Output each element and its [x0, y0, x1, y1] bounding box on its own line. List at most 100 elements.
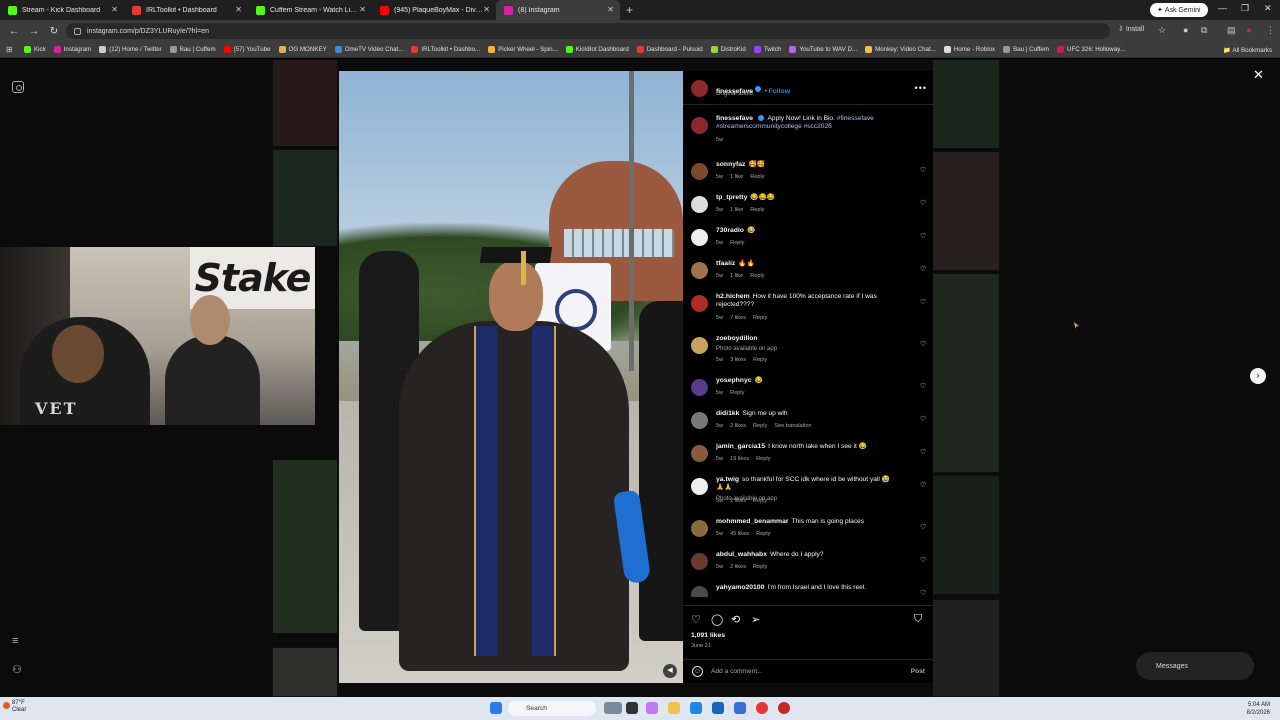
commenter-avatar[interactable]	[691, 196, 708, 213]
bookmark-item[interactable]: Picker Wheel - Spin...	[488, 46, 558, 53]
comment-likes[interactable]: 2 likes	[730, 564, 746, 570]
chrome-icon[interactable]	[756, 702, 768, 714]
bookmark-item[interactable]: (57) YouTube	[223, 46, 271, 53]
back-icon[interactable]: ←	[8, 26, 20, 37]
comment-like-heart-icon[interactable]: ♡	[920, 299, 927, 306]
bookmark-item[interactable]: UFC 326: Holloway...	[1057, 46, 1125, 53]
bookmark-star-icon[interactable]: ☆	[1158, 25, 1166, 36]
all-bookmarks-button[interactable]: 📁 All Bookmarks	[1223, 46, 1272, 54]
bookmark-item[interactable]: OmeTV Video Chat...	[334, 46, 403, 53]
commenter-username[interactable]: h2.hichem	[716, 293, 750, 300]
reply-button[interactable]: Reply	[750, 207, 764, 213]
commenter-avatar[interactable]	[691, 478, 708, 495]
comment-likes[interactable]: 2 likes	[730, 498, 746, 504]
comment-like-heart-icon[interactable]: ♡	[920, 590, 927, 597]
reply-button[interactable]: Reply	[756, 456, 770, 462]
close-window-icon[interactable]: ✕	[1264, 3, 1272, 14]
author-avatar[interactable]	[691, 80, 708, 97]
tab-kick-dashboard[interactable]: Stream - Kick Dashboard ✕	[0, 0, 124, 20]
reply-button[interactable]: Reply	[753, 498, 767, 504]
bookmark-item[interactable]: Bau | Cuffem	[1003, 46, 1049, 53]
tab-irltoolkit[interactable]: IRLToolkit • Dashboard ✕	[124, 0, 248, 20]
commenter-username[interactable]: yahyamo20100	[716, 584, 764, 591]
commenter-username[interactable]: jamin_garcia15	[716, 443, 765, 450]
commenter-username[interactable]: 730radio	[716, 227, 744, 234]
bookmark-item[interactable]: (12) Home / Twitter	[99, 46, 162, 53]
meta-apps-icon[interactable]: ⚇	[12, 663, 22, 676]
extensions-puzzle-icon[interactable]: ⧉	[1201, 25, 1207, 36]
comment-like-heart-icon[interactable]: ♡	[920, 449, 927, 456]
comments-list[interactable]: finessefave Apply Now! Link in Bio. #fin…	[683, 107, 933, 597]
close-tab-icon[interactable]: ✕	[483, 5, 490, 14]
emoji-icon[interactable]: ☺	[692, 666, 703, 677]
commenter-username[interactable]: ya.twig	[716, 476, 739, 483]
restore-icon[interactable]: ❐	[1241, 3, 1249, 14]
comment-like-heart-icon[interactable]: ♡	[920, 482, 927, 489]
commenter-avatar[interactable]	[691, 586, 708, 597]
caption-username[interactable]: finessefave	[716, 115, 753, 122]
commenter-username[interactable]: sonnyfaz	[716, 161, 745, 168]
commenter-avatar[interactable]	[691, 412, 708, 429]
install-button[interactable]: ⇩ Install	[1118, 25, 1144, 33]
bookmark-item[interactable]: Kick	[24, 46, 46, 53]
comment-likes[interactable]: 7 likes	[730, 315, 746, 321]
comment-likes[interactable]: 1 like	[730, 207, 743, 213]
menu-kebab-icon[interactable]: ⋮	[1266, 25, 1275, 36]
add-comment-input[interactable]: Add a comment...	[711, 668, 763, 675]
widget-image-icon[interactable]	[604, 702, 622, 714]
start-windows-icon[interactable]	[490, 702, 502, 714]
comment-likes[interactable]: 19 likes	[730, 456, 749, 462]
app-icon[interactable]	[778, 702, 790, 714]
caption-avatar[interactable]	[691, 117, 708, 134]
ask-gemini-button[interactable]: ✦ Ask Gemini	[1150, 3, 1208, 17]
comment-like-heart-icon[interactable]: ♡	[920, 383, 927, 390]
follow-button[interactable]: Follow	[768, 88, 790, 95]
reply-button[interactable]: Reply	[730, 240, 744, 246]
commenter-avatar[interactable]	[691, 520, 708, 537]
comment-likes[interactable]: 1 like	[730, 273, 743, 279]
bookmark-item[interactable]: Bau | Cuffem	[169, 46, 216, 53]
commenter-username[interactable]: didi1kk	[716, 410, 739, 417]
bookmark-item[interactable]: OG MONKEY	[278, 46, 327, 53]
reply-button[interactable]: Reply	[750, 174, 764, 180]
comment-likes[interactable]: 2 likes	[730, 423, 746, 429]
commenter-avatar[interactable]	[691, 229, 708, 246]
commenter-avatar[interactable]	[691, 163, 708, 180]
commenter-avatar[interactable]	[691, 295, 708, 312]
commenter-username[interactable]: mohmmed_benammar	[716, 518, 789, 525]
reply-button[interactable]: Reply	[730, 390, 744, 396]
bookmark-item[interactable]: DistroKid	[710, 46, 746, 53]
new-tab-button[interactable]: +	[626, 3, 633, 17]
messages-button[interactable]: Messages	[1136, 652, 1254, 680]
comment-likes[interactable]: 45 likes	[730, 531, 749, 537]
next-post-chevron-icon[interactable]: ›	[1250, 368, 1266, 384]
close-tab-icon[interactable]: ✕	[111, 5, 118, 14]
see-translation-button[interactable]: See translation	[774, 423, 811, 429]
close-post-icon[interactable]: ✕	[1253, 67, 1264, 83]
comment-likes[interactable]: 1 like	[730, 174, 743, 180]
commenter-avatar[interactable]	[691, 553, 708, 570]
commenter-avatar[interactable]	[691, 445, 708, 462]
address-bar[interactable]: instagram.com/p/DZ3YLURuyIe/?hl=en	[66, 23, 1110, 39]
comment-like-heart-icon[interactable]: ♡	[920, 167, 927, 174]
reply-button[interactable]: Reply	[753, 357, 767, 363]
bookmark-item[interactable]: KickBot Dashboard	[565, 46, 629, 53]
comment-like-heart-icon[interactable]: ♡	[920, 200, 927, 207]
mute-icon[interactable]: ◀	[663, 664, 677, 678]
post-comment-button[interactable]: Post	[911, 668, 925, 675]
save-bookmark-icon[interactable]: ⛉	[914, 613, 922, 626]
likes-count[interactable]: 1,091 likes	[691, 632, 725, 639]
comment-like-heart-icon[interactable]: ♡	[920, 266, 927, 273]
tab-youtube[interactable]: (945) PlaqueBoyMax - Diva (Offi✕	[372, 0, 496, 20]
post-video[interactable]: ◀	[339, 71, 683, 683]
commenter-username[interactable]: tfaaiiz	[716, 260, 735, 267]
weather-widget[interactable]: 87°F Clear	[3, 700, 26, 714]
sidebar-icon[interactable]: ▤	[1227, 25, 1236, 36]
system-clock[interactable]: 5:04 AM 8/2/2026	[1247, 701, 1270, 717]
commenter-avatar[interactable]	[691, 337, 708, 354]
comment-like-heart-icon[interactable]: ♡	[920, 557, 927, 564]
reply-button[interactable]: Reply	[750, 273, 764, 279]
commenter-username[interactable]: tp_tpretty	[716, 194, 747, 201]
commenter-avatar[interactable]	[691, 262, 708, 279]
more-menu-icon[interactable]: ≡	[12, 635, 18, 647]
